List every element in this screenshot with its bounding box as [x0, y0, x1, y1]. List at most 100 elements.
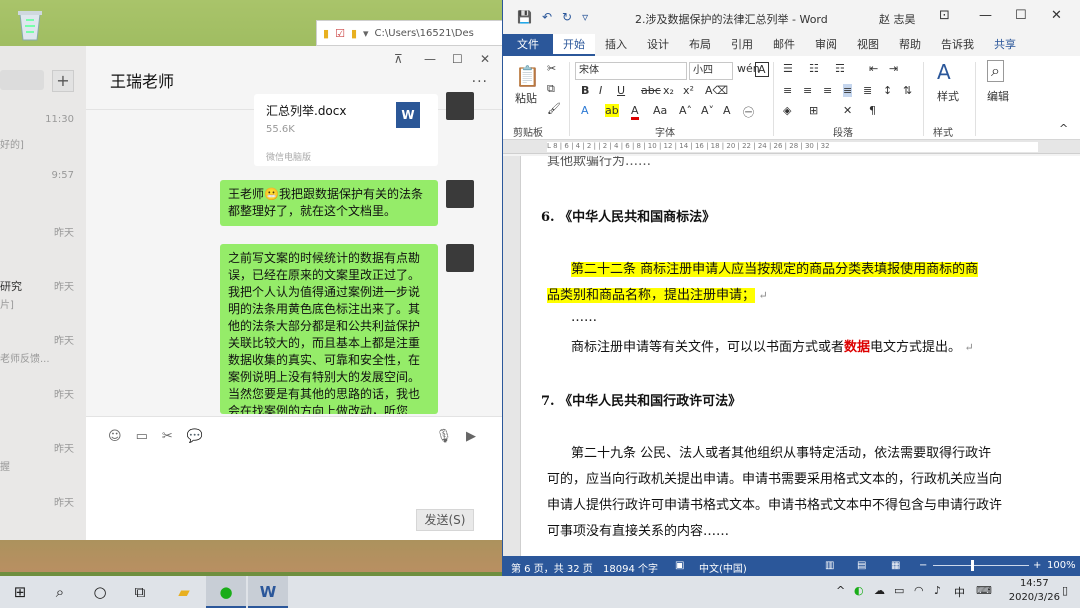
proofing-icon[interactable]: ▣: [675, 560, 684, 571]
collapse-ribbon-icon[interactable]: ^: [1059, 122, 1068, 135]
bullets-icon[interactable]: ☰: [783, 62, 793, 75]
align-left-icon[interactable]: ≡: [783, 84, 792, 97]
tab-layout[interactable]: 布局: [679, 34, 721, 56]
send-button[interactable]: 发送(S): [416, 509, 474, 531]
scissors-icon[interactable]: ✂: [162, 429, 173, 444]
styles-icon[interactable]: A: [937, 60, 951, 84]
sort-icon[interactable]: ⇅: [903, 84, 912, 97]
superscript-icon[interactable]: x²: [683, 84, 694, 97]
cut-icon[interactable]: ✂: [547, 62, 556, 75]
editing-label[interactable]: 编辑: [987, 88, 1009, 104]
redo-icon[interactable]: ↻: [562, 10, 572, 24]
zoom-out-button[interactable]: −: [919, 560, 927, 571]
subscript-icon[interactable]: x₂: [663, 84, 674, 97]
styles-label[interactable]: 样式: [937, 88, 959, 104]
paste-label[interactable]: 粘贴: [515, 90, 537, 106]
word-count[interactable]: 18094 个字: [603, 560, 658, 575]
change-case-icon[interactable]: Aa: [653, 104, 667, 117]
ribbon-display-options-icon[interactable]: ⊡: [939, 8, 950, 23]
tab-help[interactable]: 帮助: [889, 34, 931, 56]
font-color-icon[interactable]: A: [631, 104, 639, 120]
numbering-icon[interactable]: ☷: [809, 62, 819, 75]
add-chat-button[interactable]: +: [52, 70, 74, 92]
explorer-titlebar[interactable]: ▮ ☑ ▮ ▾ C:\Users\16521\Des: [316, 20, 506, 46]
web-layout-icon[interactable]: ▦: [891, 560, 900, 571]
italic-icon[interactable]: I: [599, 84, 602, 97]
undo-icon[interactable]: ↶: [542, 10, 552, 24]
tab-mailings[interactable]: 邮件: [763, 34, 805, 56]
grow-font-icon[interactable]: A˄: [679, 104, 692, 117]
shrink-font-icon[interactable]: A˅: [701, 104, 714, 117]
more-options-button[interactable]: ···: [472, 74, 488, 90]
align-right-icon[interactable]: ≡: [823, 84, 832, 97]
search-icon[interactable]: ⌕: [40, 576, 80, 608]
search-input[interactable]: [0, 70, 44, 90]
video-call-icon[interactable]: ▶: [466, 429, 476, 444]
message-bubble[interactable]: 之前写文案的时候统计的数据有点勘误，已经在原来的文案里改正过了。我把个人认为值得…: [220, 244, 438, 414]
customize-toolbar-icon[interactable]: ▿: [582, 10, 588, 24]
document-page[interactable]: 其他欺骗行为…… 6. 《中华人民共和国商标法》 第二十二条 商标注册申请人应当…: [503, 156, 1080, 556]
close-button[interactable]: ✕: [480, 52, 490, 66]
bold-icon[interactable]: B: [581, 84, 589, 97]
multilevel-list-icon[interactable]: ☶: [835, 62, 845, 75]
search-icon[interactable]: ⌕: [987, 60, 1004, 82]
shading-icon[interactable]: ◈: [783, 104, 791, 117]
paste-icon[interactable]: 📋: [515, 64, 540, 88]
tab-file[interactable]: 文件: [503, 34, 553, 56]
share-button[interactable]: 共享: [984, 34, 1026, 56]
maximize-button[interactable]: ☐: [1015, 8, 1027, 23]
underline-icon[interactable]: U: [617, 84, 625, 97]
show-marks-icon[interactable]: ¶: [869, 104, 876, 117]
message-bubble[interactable]: 王老师😬我把跟数据保护有关的法条都整理好了，就在这个文档里。: [220, 180, 438, 226]
strikethrough-icon[interactable]: abc: [641, 84, 661, 97]
user-name[interactable]: 赵 志昊: [879, 11, 916, 27]
justify-icon[interactable]: ≡: [843, 84, 853, 97]
font-size-select[interactable]: 小四: [689, 62, 733, 80]
borders-icon[interactable]: ⊞: [809, 104, 818, 117]
language-status[interactable]: 中文(中国): [699, 560, 747, 575]
zoom-in-button[interactable]: +: [1033, 560, 1041, 571]
volume-icon[interactable]: ♪: [934, 584, 941, 597]
minimize-button[interactable]: —: [979, 8, 992, 23]
notification-icon[interactable]: ▯: [1062, 584, 1068, 597]
maximize-button[interactable]: ☐: [452, 52, 463, 66]
microphone-icon[interactable]: 🎙: [435, 429, 452, 444]
minimize-button[interactable]: —: [424, 52, 436, 66]
onedrive-icon[interactable]: ☁: [874, 584, 885, 597]
text-effects-icon[interactable]: A: [581, 104, 589, 117]
character-border-icon[interactable]: A: [755, 62, 769, 77]
align-center-icon[interactable]: ≡: [803, 84, 812, 97]
highlight-color-icon[interactable]: ab: [605, 104, 619, 117]
word-icon[interactable]: W: [248, 576, 288, 608]
recycle-bin-icon[interactable]: [14, 6, 46, 42]
save-icon[interactable]: 💾: [517, 10, 532, 24]
ime-mode-icon[interactable]: ⌨: [976, 584, 992, 597]
chinese-layout-icon[interactable]: ✕: [843, 104, 852, 117]
decrease-indent-icon[interactable]: ⇤: [869, 62, 878, 75]
task-view-icon[interactable]: ⧉: [120, 576, 160, 608]
cortana-icon[interactable]: ○: [80, 576, 120, 608]
emoji-icon[interactable]: ☺: [108, 429, 122, 444]
tab-references[interactable]: 引用: [721, 34, 763, 56]
avatar[interactable]: [446, 180, 474, 208]
network-icon[interactable]: ◠: [914, 584, 924, 597]
clock[interactable]: 14:57 2020/3/26: [1009, 577, 1060, 605]
wechat-icon[interactable]: ●: [206, 576, 246, 608]
show-hidden-icons[interactable]: ^: [836, 584, 845, 597]
ime-indicator[interactable]: 中: [954, 584, 965, 600]
pin-icon[interactable]: ⊼: [394, 52, 403, 66]
avatar[interactable]: [446, 92, 474, 120]
tab-design[interactable]: 设计: [637, 34, 679, 56]
message-input-area[interactable]: ☺ ▭ ✂ 💬 🎙 ▶ 发送(S): [86, 416, 502, 540]
file-explorer-icon[interactable]: ▰: [164, 576, 204, 608]
start-button[interactable]: ⊞: [0, 576, 40, 608]
read-mode-icon[interactable]: ▥: [825, 560, 834, 571]
tab-home[interactable]: 开始: [553, 34, 595, 56]
format-painter-icon[interactable]: 🖌: [547, 102, 561, 115]
copy-icon[interactable]: ⧉: [547, 82, 555, 96]
line-spacing-icon[interactable]: ↕: [883, 84, 892, 97]
distributed-icon[interactable]: ≣: [863, 84, 872, 97]
tab-insert[interactable]: 插入: [595, 34, 637, 56]
zoom-slider-thumb[interactable]: [971, 560, 974, 571]
wechat-tray-icon[interactable]: ◐: [854, 584, 864, 597]
